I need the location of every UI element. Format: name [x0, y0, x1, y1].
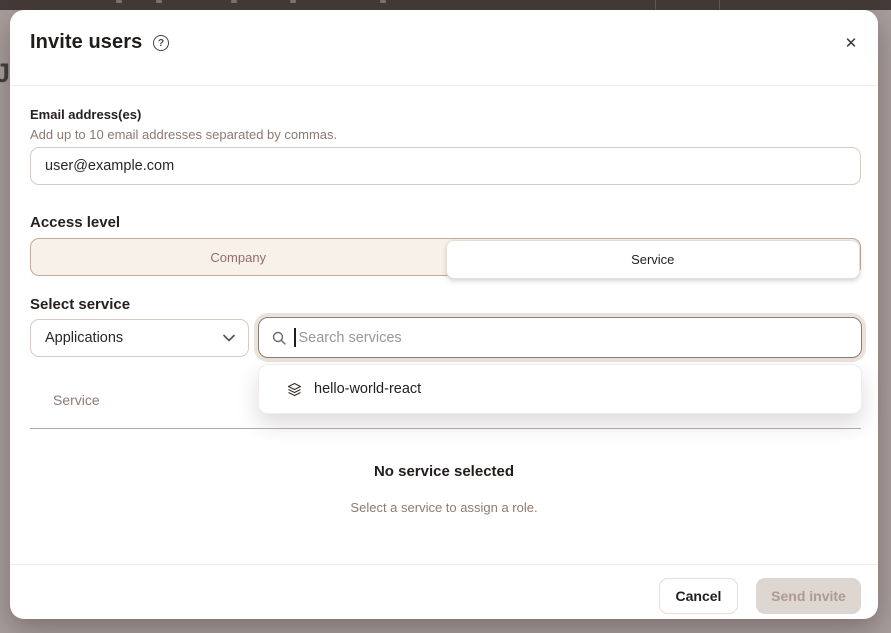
- search-icon: [271, 330, 287, 346]
- cancel-button[interactable]: Cancel: [659, 578, 738, 614]
- service-category-value: Applications: [45, 330, 123, 346]
- service-result-item[interactable]: hello-world-react: [259, 365, 861, 413]
- service-column-header: Service: [53, 392, 100, 408]
- toggle-option-service[interactable]: Service: [446, 240, 861, 279]
- empty-state-subtitle: Select a service to assign a role.: [10, 500, 878, 515]
- close-icon[interactable]: ✕: [838, 31, 864, 57]
- table-divider: [30, 428, 861, 429]
- topbar-text-fragment: [231, 0, 237, 3]
- service-search-box: [258, 317, 862, 358]
- service-result-label: hello-world-react: [314, 381, 421, 397]
- service-results-dropdown: hello-world-react: [258, 364, 862, 414]
- topbar-text-fragment: [116, 0, 122, 3]
- modal-footer: Cancel Send invite: [10, 564, 878, 619]
- topbar-text-fragment: [156, 0, 162, 3]
- topbar-divider: [655, 0, 656, 10]
- select-service-label: Select service: [30, 296, 130, 313]
- access-level-toggle: Company Service: [30, 238, 861, 276]
- help-glyph: ?: [158, 38, 164, 49]
- topbar-divider: [719, 0, 720, 10]
- background-partial-text: J: [0, 57, 9, 89]
- chevron-down-icon: [223, 334, 235, 342]
- email-helper-text: Add up to 10 email addresses separated b…: [30, 127, 337, 142]
- modal-title: Invite users: [30, 31, 142, 54]
- toggle-option-company[interactable]: Company: [31, 239, 446, 275]
- topbar-text-fragment: [290, 0, 296, 3]
- background-topbar: [0, 0, 891, 10]
- invite-users-modal: Invite users ? ✕ Email address(es) Add u…: [10, 10, 878, 619]
- service-category-select[interactable]: Applications: [30, 319, 249, 357]
- email-label: Email address(es): [30, 107, 141, 122]
- empty-state-title: No service selected: [10, 463, 878, 480]
- send-invite-button[interactable]: Send invite: [756, 578, 861, 614]
- text-caret: [294, 328, 296, 347]
- layers-icon: [287, 382, 302, 397]
- topbar-text-fragment: [380, 0, 386, 3]
- email-field[interactable]: [30, 147, 861, 185]
- screen: J Invite users ? ✕ Email address(es) Add…: [0, 0, 891, 633]
- modal-header: Invite users ? ✕: [10, 10, 878, 86]
- access-level-label: Access level: [30, 214, 120, 231]
- search-services-input[interactable]: [299, 330, 850, 346]
- help-icon[interactable]: ?: [153, 35, 169, 51]
